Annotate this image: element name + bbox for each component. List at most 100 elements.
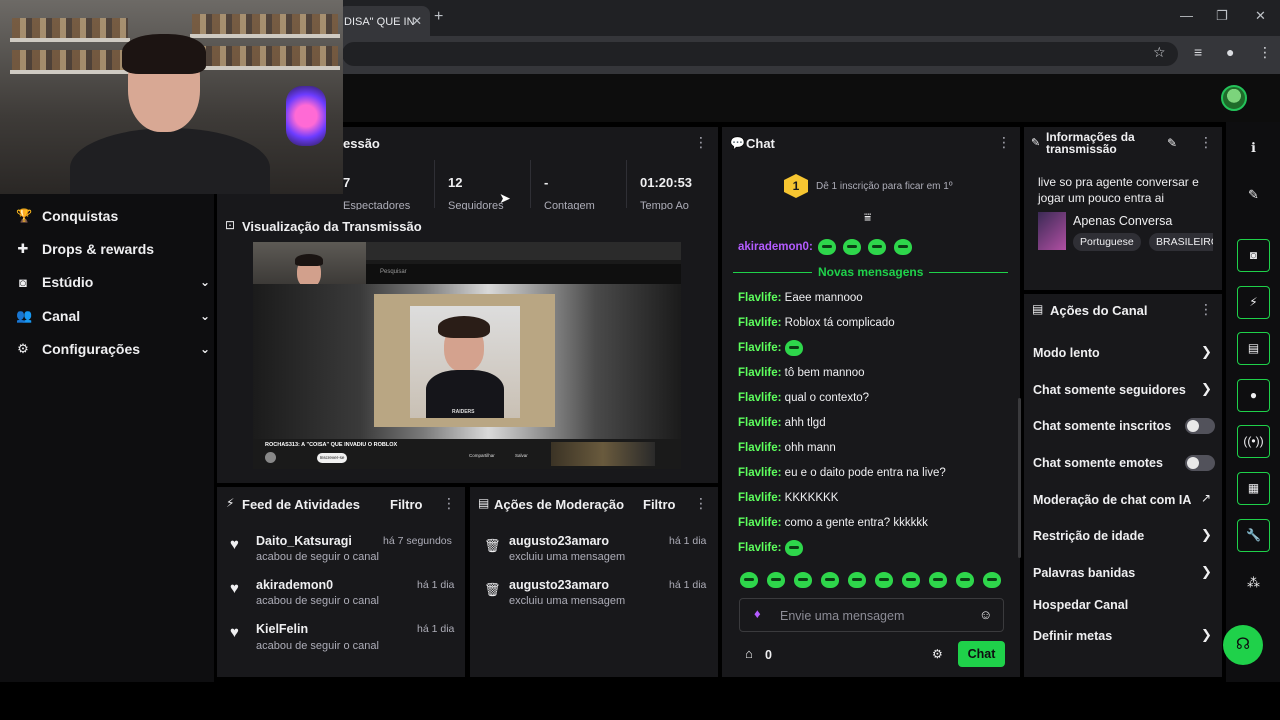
subscribers-only-toggle[interactable] — [1185, 418, 1215, 434]
profile-icon[interactable]: ● — [1226, 44, 1234, 60]
emote-icon[interactable] — [767, 572, 785, 588]
minimize-icon[interactable]: — — [1180, 8, 1193, 23]
pencil-icon[interactable]: ✎ — [1237, 178, 1270, 211]
sub-goal-text[interactable]: Dê 1 inscrição para ficar em 1º — [816, 181, 952, 192]
bolt-icon[interactable]: ⚡ — [1237, 286, 1270, 319]
chat-username[interactable]: Flavlife: — [738, 517, 781, 529]
chat-username[interactable]: Flavlife: — [738, 542, 781, 554]
mod-item-name[interactable]: augusto23amaro — [509, 578, 609, 592]
nav-item-conquistas[interactable]: 🏆 Conquistas — [16, 204, 216, 228]
action-ai-moderation[interactable]: Moderação de chat com IA — [1033, 493, 1191, 507]
session-menu-icon[interactable]: ⋮ — [694, 134, 708, 151]
new-tab-button[interactable]: + — [434, 8, 443, 26]
feed-item-name[interactable]: akirademon0 — [256, 578, 333, 592]
tag-row: Portuguese BRASILEIRO — [1073, 233, 1213, 251]
stream-preview-video[interactable]: Pesquisar RAIDERS ROCHAS313: A "COISA" Q… — [253, 242, 681, 469]
stat-followers-value: 12 — [448, 175, 463, 190]
action-emotes-only[interactable]: Chat somente emotes — [1033, 456, 1163, 470]
chat-username[interactable]: Flavlife: — [738, 417, 781, 429]
chat-input-placeholder[interactable]: Envie uma mensagem — [780, 609, 904, 623]
wrench-icon[interactable]: 🔧 — [1237, 519, 1270, 552]
notes-icon[interactable]: ▤ — [1237, 332, 1270, 365]
camera-icon[interactable]: ◙ — [1237, 239, 1270, 272]
chat-username[interactable]: Flavlife: — [738, 392, 781, 404]
nav-item-estudio[interactable]: ◙ Estúdio ⌄ — [16, 270, 216, 294]
emote-icon[interactable] — [902, 572, 920, 588]
collapse-icon[interactable]: ⩸ — [864, 210, 871, 225]
nav-item-configuracoes[interactable]: ⚙ Configurações ⌄ — [16, 337, 216, 361]
action-followers-only[interactable]: Chat somente seguidores — [1033, 383, 1186, 397]
action-set-goals[interactable]: Definir metas — [1033, 629, 1112, 643]
chevron-right-icon[interactable]: ❯ — [1201, 564, 1212, 580]
emote-icon[interactable] — [794, 572, 812, 588]
share-icon[interactable]: ⁂ — [1237, 566, 1270, 599]
channel-actions-menu-icon[interactable]: ⋮ — [1199, 301, 1213, 318]
activity-filter-button[interactable]: Filtro — [390, 497, 423, 512]
mod-filter-button[interactable]: Filtro — [643, 497, 676, 512]
layout-icon[interactable]: ▦ — [1237, 472, 1270, 505]
activity-menu-icon[interactable]: ⋮ — [442, 495, 456, 512]
preview-save: Salvar — [515, 453, 528, 458]
support-button[interactable]: ☊ — [1223, 625, 1263, 665]
emote-icon[interactable] — [983, 572, 1001, 588]
chat-message: Flavlife: eu e o daito pode entra na liv… — [738, 467, 946, 479]
tag[interactable]: Portuguese — [1073, 233, 1141, 251]
tab-close-icon[interactable]: ✕ — [412, 14, 422, 28]
channel-points-icon[interactable]: ⌂ — [745, 646, 753, 661]
chat-username[interactable]: Flavlife: — [738, 492, 781, 504]
chevron-right-icon[interactable]: ❯ — [1201, 344, 1212, 360]
action-slow-mode[interactable]: Modo lento — [1033, 346, 1100, 360]
feed-item-name[interactable]: KielFelin — [256, 622, 308, 636]
chat-username[interactable]: Flavlife: — [738, 467, 781, 479]
maximize-icon[interactable]: ❐ — [1216, 8, 1228, 24]
chat-menu-icon[interactable]: ⋮ — [997, 134, 1011, 151]
feed-item-name[interactable]: Daito_Katsuragi — [256, 534, 352, 548]
chat-username[interactable]: akirademon0: — [738, 241, 813, 253]
stream-info-menu-icon[interactable]: ⋮ — [1199, 134, 1213, 151]
chat-username[interactable]: Flavlife: — [738, 367, 781, 379]
mod-menu-icon[interactable]: ⋮ — [694, 495, 708, 512]
emote-icon[interactable] — [740, 572, 758, 588]
emote-icon[interactable] — [929, 572, 947, 588]
emoji-picker-icon[interactable]: ☺ — [979, 607, 992, 622]
action-age-restriction[interactable]: Restrição de idade — [1033, 529, 1144, 543]
emote-icon[interactable] — [821, 572, 839, 588]
chevron-right-icon[interactable]: ❯ — [1201, 527, 1212, 543]
chat-username[interactable]: Flavlife: — [738, 342, 781, 354]
tag[interactable]: BRASILEIRO — [1149, 233, 1213, 251]
info-icon[interactable]: ℹ — [1237, 131, 1270, 164]
window-close-icon[interactable]: ✕ — [1255, 8, 1266, 24]
chat-bubble-icon[interactable]: ● — [1237, 379, 1270, 412]
chat-text: Roblox tá complicado — [784, 317, 895, 329]
action-host-channel[interactable]: Hospedar Canal — [1033, 598, 1128, 612]
chevron-right-icon[interactable]: ❯ — [1201, 627, 1212, 643]
external-link-icon[interactable]: ↗ — [1201, 491, 1211, 505]
chat-username[interactable]: Flavlife: — [738, 292, 781, 304]
emote-icon[interactable] — [875, 572, 893, 588]
nav-item-drops[interactable]: ✚ Drops & rewards — [16, 237, 216, 261]
chat-scrollbar[interactable] — [1018, 398, 1021, 558]
browser-menu-icon[interactable]: ⋮ — [1258, 44, 1272, 61]
address-bar[interactable] — [342, 42, 1178, 66]
edit-icon[interactable]: ✎ — [1167, 136, 1177, 150]
emote-icon[interactable] — [848, 572, 866, 588]
browser-tab[interactable]: DISA" QUE IN ✕ — [338, 6, 430, 36]
emote-icon[interactable] — [956, 572, 974, 588]
chat-send-button[interactable]: Chat — [958, 641, 1005, 667]
action-banned-words[interactable]: Palavras banidas — [1033, 566, 1135, 580]
chat-username[interactable]: Flavlife: — [738, 317, 781, 329]
emote-icon — [784, 540, 803, 556]
avatar[interactable] — [1221, 85, 1247, 111]
action-subscribers-only[interactable]: Chat somente inscritos — [1033, 419, 1171, 433]
bookmark-star-icon[interactable]: ☆ — [1153, 44, 1166, 61]
broadcast-icon[interactable]: ((•)) — [1237, 425, 1270, 458]
category-name[interactable]: Apenas Conversa — [1073, 214, 1172, 228]
chat-settings-icon[interactable]: ⚙ — [932, 647, 943, 661]
bits-icon[interactable]: ♦ — [754, 606, 761, 621]
media-control-icon[interactable]: ≡ — [1194, 44, 1202, 60]
emotes-only-toggle[interactable] — [1185, 455, 1215, 471]
mod-item-name[interactable]: augusto23amaro — [509, 534, 609, 548]
chat-username[interactable]: Flavlife: — [738, 442, 781, 454]
chevron-right-icon[interactable]: ❯ — [1201, 381, 1212, 397]
nav-item-canal[interactable]: 👥 Canal ⌄ — [16, 304, 216, 328]
